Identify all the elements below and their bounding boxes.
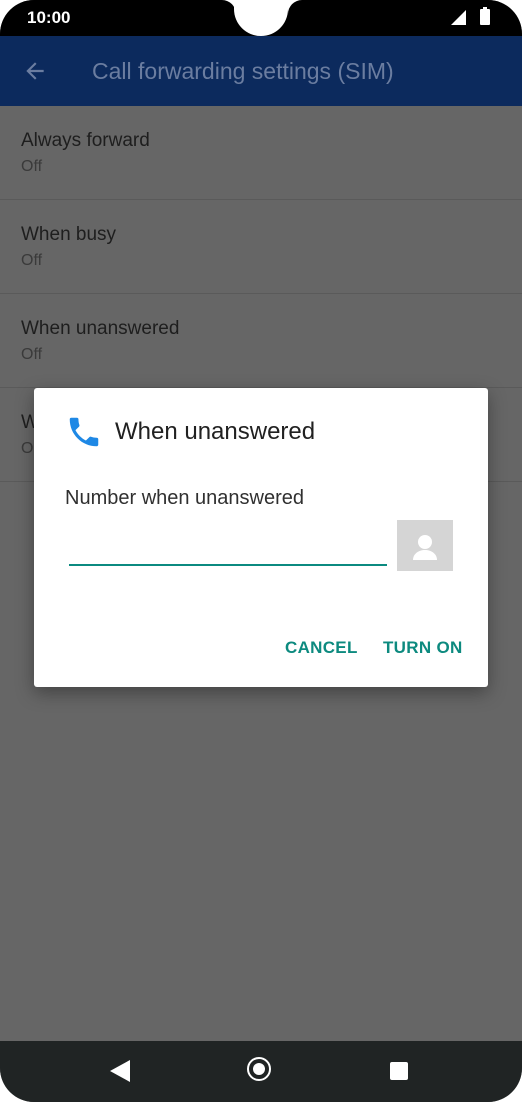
list-item-always-forward[interactable]: Always forward Off [0, 106, 522, 200]
contact-icon [413, 534, 437, 560]
nav-home-icon[interactable] [247, 1057, 271, 1081]
dialog-title: When unanswered [115, 418, 316, 445]
list-item-title: Always forward [21, 130, 150, 151]
notch-corner [288, 0, 302, 14]
forwarding-number-input[interactable] [69, 520, 387, 566]
number-field-label: Number when unanswered [65, 487, 305, 509]
forwarding-dialog: When unanswered Number when unanswered C… [34, 388, 488, 687]
navigation-bar [0, 1041, 522, 1102]
back-arrow-icon[interactable] [22, 58, 48, 84]
status-bar: 10:00 [0, 0, 522, 36]
list-item-title: When busy [21, 224, 117, 245]
list-item-status: Off [21, 346, 43, 363]
app-bar: Call forwarding settings (SIM) [0, 36, 522, 106]
camera-notch [234, 0, 288, 36]
nav-recents-icon[interactable] [390, 1062, 408, 1080]
phone-icon [69, 417, 99, 447]
list-item-status: O [21, 440, 34, 457]
list-item-title: When unanswered [21, 318, 180, 339]
contact-picker-button[interactable] [397, 520, 453, 571]
status-time: 10:00 [27, 8, 71, 27]
list-item-when-busy[interactable]: When busy Off [0, 200, 522, 294]
nav-back-icon[interactable] [110, 1060, 130, 1082]
page-title: Call forwarding settings (SIM) [92, 58, 394, 84]
list-item-when-unanswered[interactable]: When unanswered Off [0, 294, 522, 388]
turn-on-button[interactable]: TURN ON [383, 638, 463, 658]
list-item-status: Off [21, 252, 43, 269]
battery-icon [480, 7, 490, 25]
cancel-button[interactable]: CANCEL [285, 638, 358, 658]
signal-icon [451, 10, 466, 25]
device-screen: 10:00 Call forwarding settings (SIM) Alw… [0, 0, 522, 1102]
list-item-status: Off [21, 158, 43, 175]
